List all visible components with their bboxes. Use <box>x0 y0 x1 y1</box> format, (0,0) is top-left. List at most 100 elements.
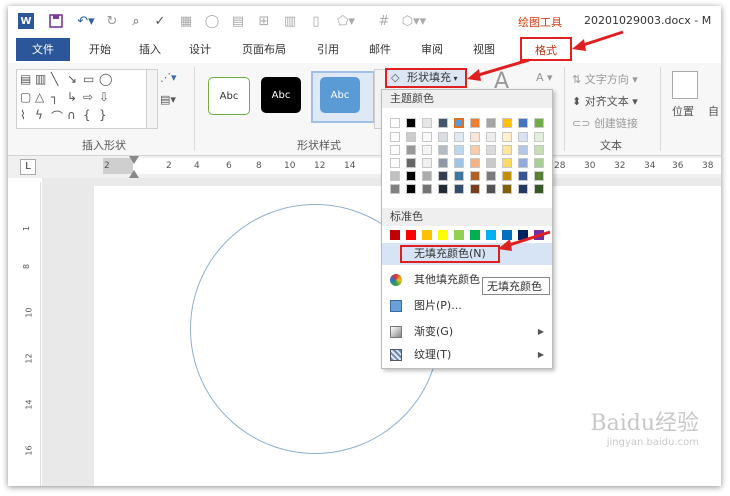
theme-color-swatch[interactable] <box>438 118 448 128</box>
vertical-textbox-icon[interactable]: ▥ <box>35 72 46 86</box>
theme-color-swatch[interactable] <box>470 171 480 181</box>
theme-color-swatch[interactable] <box>406 171 416 181</box>
theme-color-swatch[interactable] <box>486 184 496 194</box>
theme-color-swatch[interactable] <box>502 145 512 155</box>
first-line-indent-marker[interactable] <box>129 156 139 164</box>
wrap-text-label[interactable]: 自 <box>708 103 719 119</box>
theme-color-swatch[interactable] <box>406 158 416 168</box>
theme-color-swatch[interactable] <box>422 132 432 142</box>
columns-icon[interactable]: ▥ <box>282 13 298 29</box>
theme-color-swatch[interactable] <box>486 118 496 128</box>
tab-home[interactable]: 开始 <box>80 40 120 60</box>
shapes-gallery[interactable]: ▤ ▥ ╲ ↘ ▭ ◯ ▢ △ ┐ ↳ ⇨ ⇩ ⌇ ϟ ⌒ ∩ { } <box>16 69 148 129</box>
theme-color-swatch[interactable] <box>438 132 448 142</box>
rounded-rect-icon[interactable]: ▢ <box>20 90 31 104</box>
theme-color-swatch[interactable] <box>406 132 416 142</box>
spelling-icon[interactable]: ✓ <box>152 13 168 29</box>
layout-icon[interactable]: ⊞ <box>256 13 272 29</box>
theme-color-swatch[interactable] <box>534 171 544 181</box>
theme-color-swatch[interactable] <box>486 145 496 155</box>
theme-color-swatch[interactable] <box>486 158 496 168</box>
theme-color-swatch[interactable] <box>390 171 400 181</box>
page-icon[interactable]: ▯ <box>308 13 324 29</box>
theme-color-swatch[interactable] <box>470 158 480 168</box>
theme-color-swatch[interactable] <box>390 184 400 194</box>
theme-color-swatch[interactable] <box>518 145 528 155</box>
theme-color-swatch[interactable] <box>454 118 464 128</box>
theme-color-swatch[interactable] <box>390 118 400 128</box>
theme-color-swatch[interactable] <box>518 184 528 194</box>
theme-color-swatch[interactable] <box>502 118 512 128</box>
tab-file[interactable]: 文件 <box>16 38 70 61</box>
theme-color-swatch[interactable] <box>406 145 416 155</box>
symbol-icon[interactable]: # <box>376 13 392 29</box>
theme-color-swatch[interactable] <box>390 132 400 142</box>
theme-color-swatch[interactable] <box>470 118 480 128</box>
right-brace-icon[interactable]: } <box>99 108 107 122</box>
tab-selector[interactable]: L <box>20 159 36 175</box>
lightning-icon[interactable]: ϟ <box>35 108 43 122</box>
theme-color-swatch[interactable] <box>438 145 448 155</box>
standard-color-swatch[interactable] <box>390 230 400 240</box>
line-shape-icon[interactable]: ╲ <box>51 72 58 86</box>
shape-menu-icon[interactable]: ⬠▾ <box>334 13 358 29</box>
theme-color-swatch[interactable] <box>502 184 512 194</box>
arrow-line-icon[interactable]: ↘ <box>67 72 77 86</box>
theme-color-swatch[interactable] <box>534 118 544 128</box>
texture-item[interactable]: 纹理(T) ▶ <box>382 344 552 366</box>
theme-color-swatch[interactable] <box>438 171 448 181</box>
preview-icon[interactable]: ⌕ <box>128 13 144 29</box>
grid-icon[interactable]: ▤ <box>230 13 246 29</box>
text-fill-icon[interactable]: A ▾ <box>536 71 553 84</box>
theme-color-swatch[interactable] <box>454 171 464 181</box>
tab-references[interactable]: 引用 <box>308 40 348 60</box>
elbow-connector-icon[interactable]: ┐ <box>51 90 58 104</box>
hanging-indent-marker[interactable] <box>129 170 139 178</box>
tab-review[interactable]: 审阅 <box>412 40 452 60</box>
customize-icon[interactable]: ⬡▾▾ <box>400 13 428 29</box>
right-arrow-shape-icon[interactable]: ⇨ <box>83 90 93 104</box>
theme-color-swatch[interactable] <box>518 118 528 128</box>
theme-color-swatch[interactable] <box>486 171 496 181</box>
theme-color-swatch[interactable] <box>454 158 464 168</box>
standard-color-swatch[interactable] <box>438 230 448 240</box>
theme-color-swatch[interactable] <box>454 132 464 142</box>
theme-color-swatch[interactable] <box>502 171 512 181</box>
standard-color-swatch[interactable] <box>470 230 480 240</box>
theme-color-swatch[interactable] <box>438 158 448 168</box>
standard-color-swatch[interactable] <box>406 230 416 240</box>
theme-color-swatch[interactable] <box>502 158 512 168</box>
theme-color-swatch[interactable] <box>486 132 496 142</box>
shapes-gallery-scroll[interactable] <box>146 69 158 129</box>
theme-color-swatch[interactable] <box>470 132 480 142</box>
style-black[interactable]: Abc <box>261 77 301 113</box>
theme-color-swatch[interactable] <box>406 118 416 128</box>
triangle-shape-icon[interactable]: △ <box>35 90 44 104</box>
text-direction-button[interactable]: ⇅ 文字方向 ▾ <box>572 71 638 87</box>
theme-color-swatch[interactable] <box>454 145 464 155</box>
tab-page-layout[interactable]: 页面布局 <box>234 40 294 60</box>
table-icon[interactable]: ▦ <box>178 13 194 29</box>
redo-icon[interactable]: ↻ <box>104 13 120 29</box>
theme-color-swatch[interactable] <box>518 132 528 142</box>
theme-color-swatch[interactable] <box>422 184 432 194</box>
theme-color-swatch[interactable] <box>534 184 544 194</box>
shape-fill-button[interactable]: ◇ 形状填充 ▾ <box>385 68 467 88</box>
rectangle-shape-icon[interactable]: ▭ <box>83 72 94 86</box>
arc-icon[interactable]: ⌒ <box>51 108 63 125</box>
theme-color-swatch[interactable] <box>534 145 544 155</box>
oval-shape-icon[interactable]: ◯ <box>99 72 112 86</box>
down-arrow-shape-icon[interactable]: ⇩ <box>99 90 109 104</box>
theme-color-swatch[interactable] <box>422 118 432 128</box>
theme-color-swatch[interactable] <box>390 145 400 155</box>
theme-color-swatch[interactable] <box>390 158 400 168</box>
standard-color-swatch[interactable] <box>454 230 464 240</box>
theme-color-swatch[interactable] <box>406 184 416 194</box>
theme-color-swatch[interactable] <box>470 184 480 194</box>
textbox-shape-icon[interactable]: ▤ <box>20 72 31 86</box>
circle-tool-icon[interactable]: ◯ <box>204 13 220 29</box>
bent-arrow-icon[interactable]: ↳ <box>67 90 77 104</box>
theme-color-swatch[interactable] <box>438 184 448 194</box>
tab-design[interactable]: 设计 <box>180 40 220 60</box>
position-label[interactable]: 位置 <box>672 103 694 119</box>
